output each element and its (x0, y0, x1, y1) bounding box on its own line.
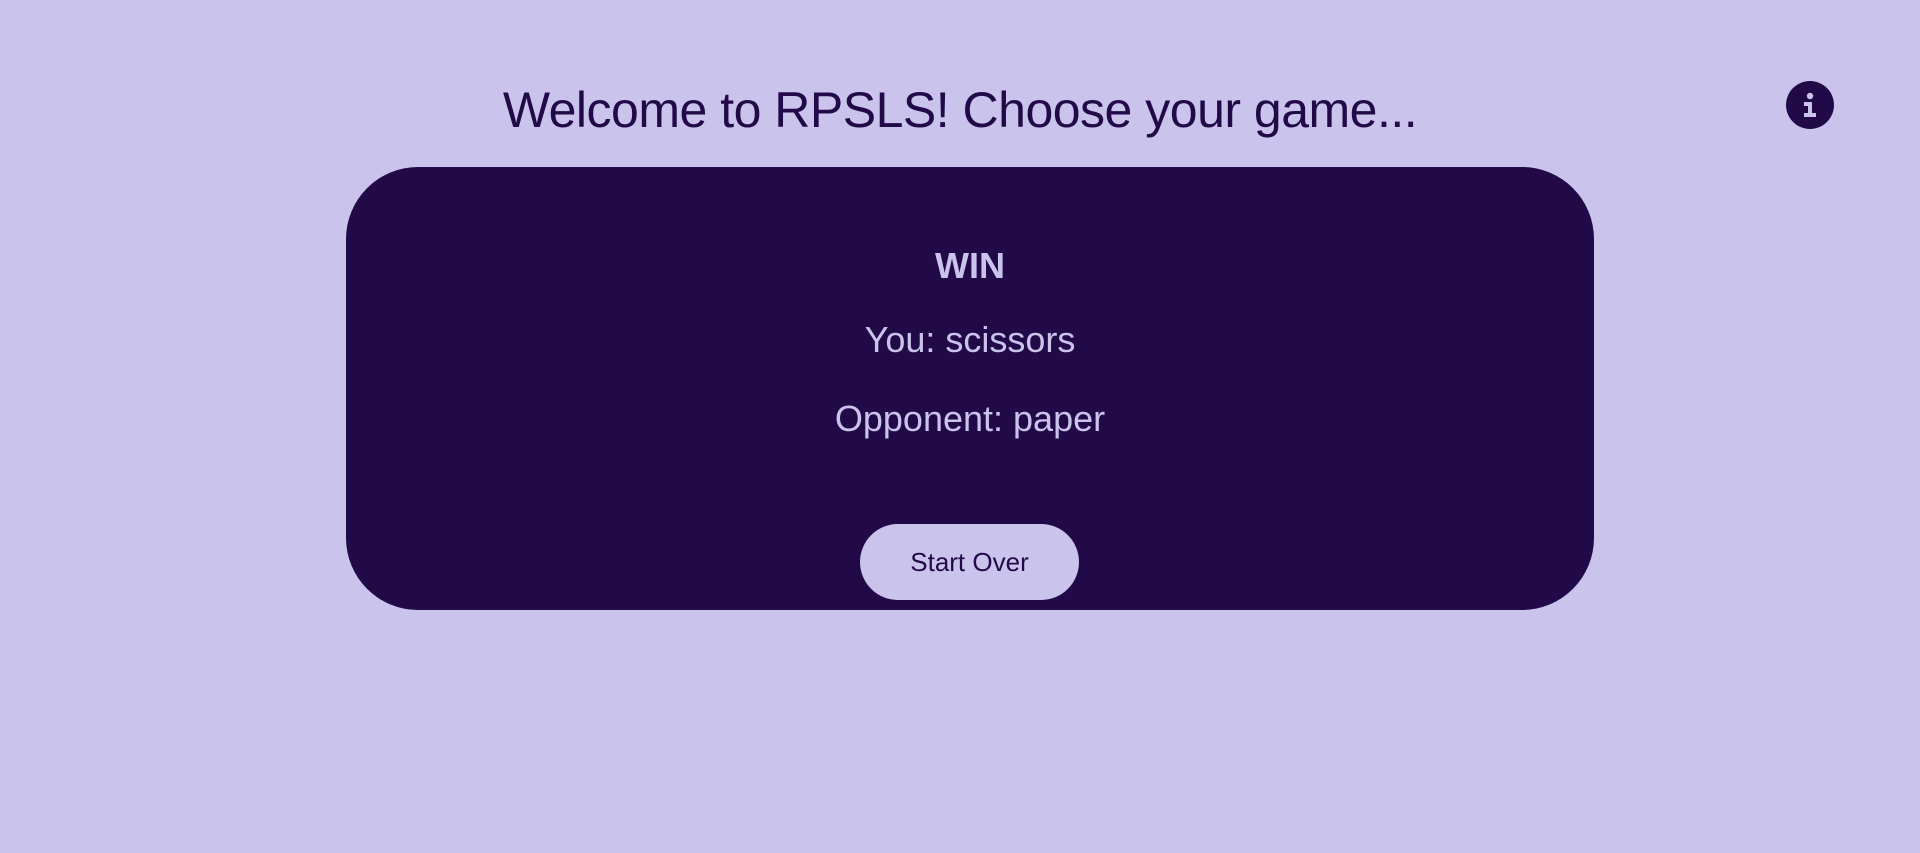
info-icon (1804, 92, 1816, 117)
player-choice: You: scissors (864, 319, 1076, 360)
opponent-choice: Opponent: paper (834, 398, 1106, 439)
page-title: Welcome to RPSLS! Choose your game... (502, 82, 1418, 138)
info-button[interactable] (1786, 81, 1834, 129)
page: Welcome to RPSLS! Choose your game... WI… (0, 0, 1920, 853)
result-outcome: WIN (935, 245, 1005, 286)
start-over-button[interactable]: Start Over (860, 524, 1079, 600)
